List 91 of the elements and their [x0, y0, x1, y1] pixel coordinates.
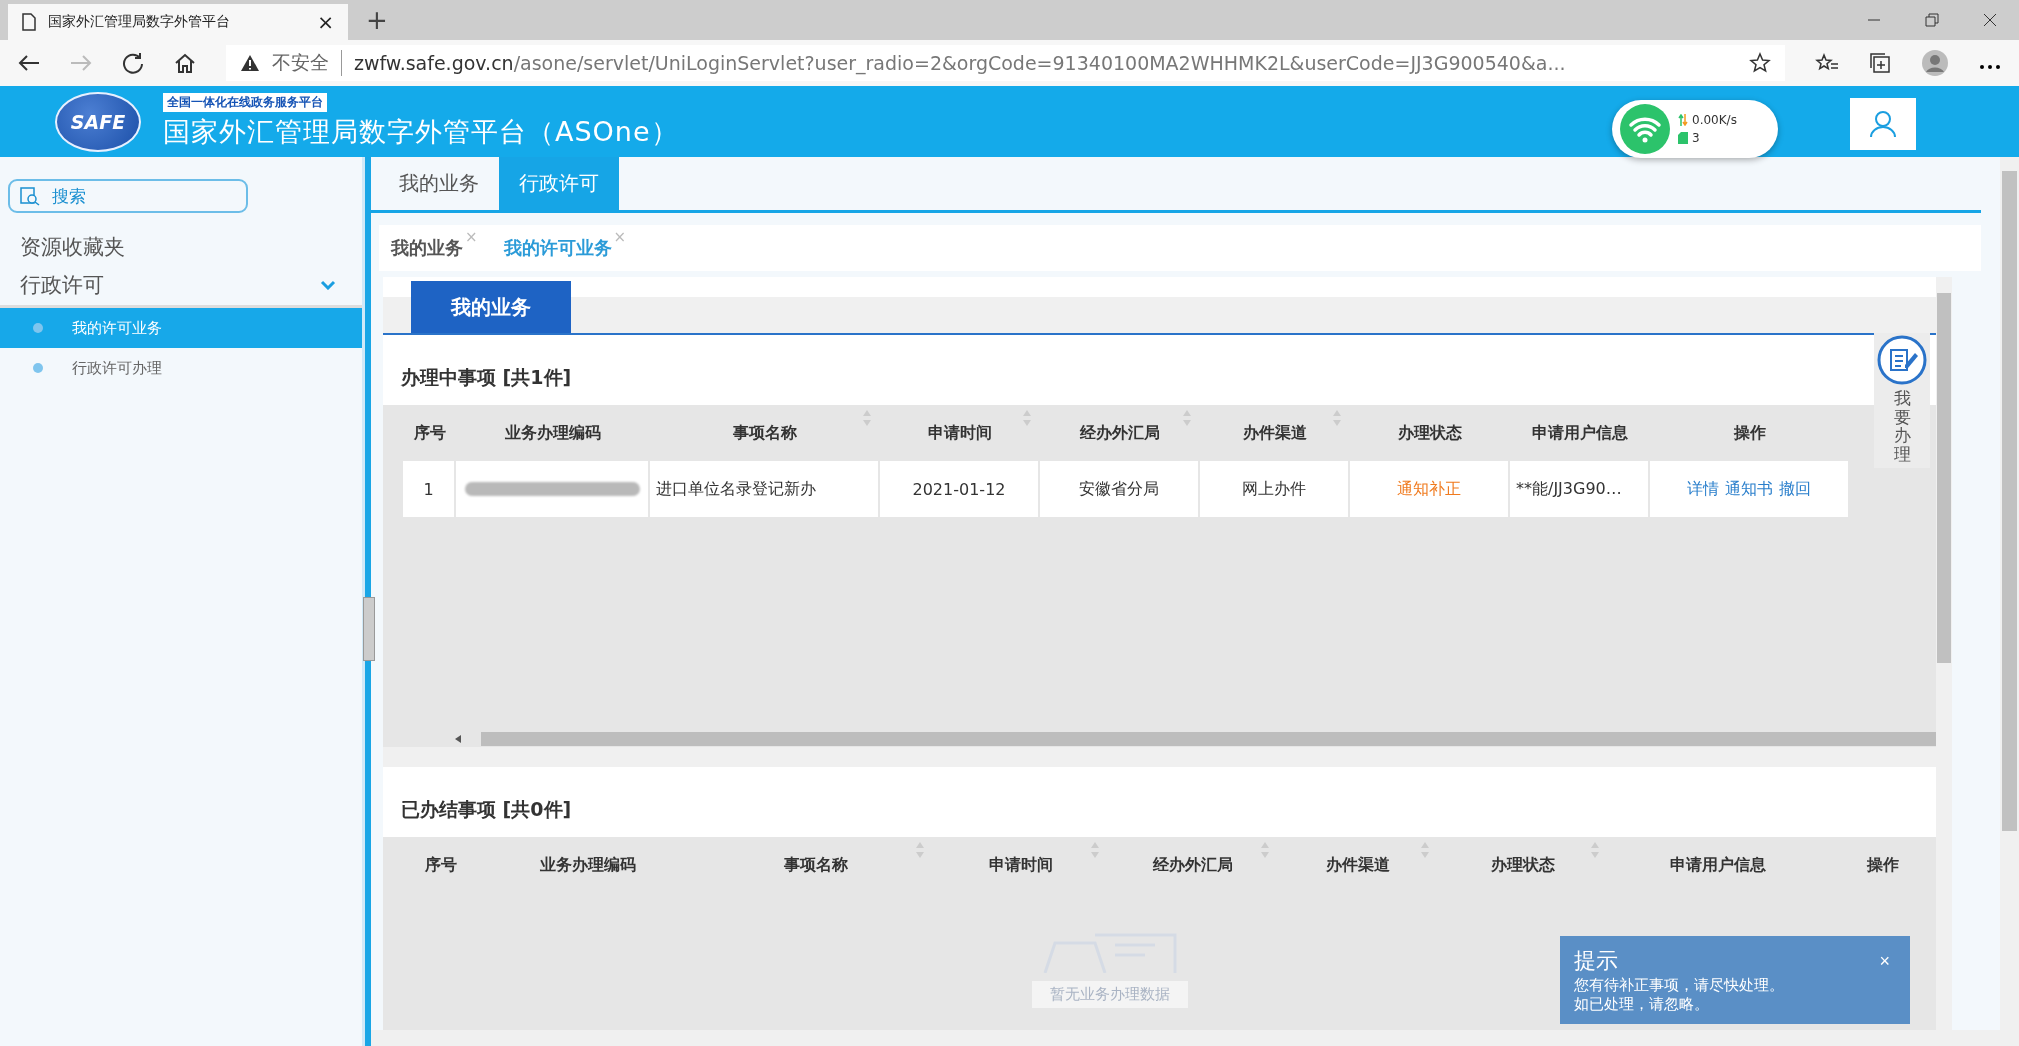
site-title: 国家外汇管理局数字外管平台（ASOne） [163, 115, 679, 149]
column-header: 办理状态 [1398, 422, 1462, 444]
page-scrollbar[interactable] [2000, 157, 2019, 1046]
section-tab[interactable]: 我的业务 [411, 281, 571, 333]
horizontal-scrollbar[interactable] [455, 731, 1936, 747]
sort-icon[interactable] [1332, 409, 1342, 427]
page-icon [22, 13, 36, 31]
wifi-icon [1620, 104, 1670, 154]
sort-icon[interactable] [862, 409, 872, 427]
url-text: zwfw.safe.gov.cn/asone/servlet/UniLoginServlet?user_radio=2&orgCode=91340100MA2WHHMK2L&userCode=JJ3G900540&a... [354, 52, 1566, 74]
profile-icon[interactable] [1921, 49, 1949, 77]
column-header: 申请用户信息 [1670, 854, 1766, 876]
sort-icon[interactable] [1022, 409, 1032, 427]
column-header: 操作 [1734, 422, 1766, 444]
tagline: 全国一体化在线政务服务平台 [163, 93, 327, 112]
collections-icon[interactable] [1869, 52, 1891, 74]
sidebar-subitem[interactable]: 行政许可办理 [0, 348, 362, 388]
sidebar-group[interactable]: 行政许可 [20, 271, 320, 299]
column-header: 经办外汇局 [1080, 422, 1160, 444]
open-tab[interactable]: 我的业务 [391, 236, 463, 260]
toast-title: 提示 [1574, 947, 1618, 975]
sort-icon[interactable] [915, 841, 925, 859]
column-header: 经办外汇局 [1153, 854, 1233, 876]
table-cell: 2021-01-12 [880, 461, 1038, 517]
toast-message: 您有待补正事项，请尽快处理。 [1574, 976, 1785, 995]
column-header: 业务办理编码 [540, 854, 636, 876]
toast-message: 如已处理，请忽略。 [1574, 995, 1710, 1014]
restore-icon[interactable] [1925, 13, 1939, 27]
empty-text: 暂无业务办理数据 [1031, 981, 1188, 1008]
forward-icon[interactable] [70, 54, 92, 72]
column-header: 序号 [424, 854, 457, 876]
column-header: 办件渠道 [1243, 422, 1307, 444]
browser-tab[interactable]: 国家外汇管理局数字外管平台 × [8, 4, 348, 40]
vertical-scrollbar[interactable] [1936, 277, 1952, 1030]
logo: SAFE [55, 91, 141, 152]
user-button[interactable] [1850, 98, 1916, 150]
section-title: 办理中事项 [共1件] [401, 365, 572, 390]
column-header: 申请用户信息 [1532, 422, 1628, 444]
column-header: 序号 [413, 422, 446, 444]
edit-icon [1877, 335, 1927, 385]
sim-icon [1678, 132, 1688, 144]
warning-icon [240, 54, 260, 72]
column-header: 办理状态 [1491, 854, 1555, 876]
column-header: 操作 [1867, 854, 1899, 876]
nav-tab[interactable]: 我的业务 [379, 157, 499, 210]
column-header: 办件渠道 [1326, 854, 1390, 876]
home-icon[interactable] [174, 52, 196, 74]
speed-text: 0.00K/s [1692, 113, 1737, 127]
table-cell: 进口单位名录登记新办 [650, 461, 878, 517]
search-input[interactable]: 搜索 [50, 185, 204, 207]
star-icon[interactable] [1749, 52, 1771, 74]
apply-button[interactable]: 我要办理 [1874, 333, 1930, 468]
tab-title: 国家外汇管理局数字外管平台 [48, 13, 231, 31]
address-bar[interactable]: 不安全 zwfw.safe.gov.cn/asone/servlet/UniLoginServlet?user_radio=2&orgCode=91340100MA2WHHMK2L&userCode=JJ3G900540&a... [226, 45, 1785, 81]
refresh-icon[interactable] [122, 52, 144, 74]
column-header: 申请时间 [928, 422, 992, 444]
table-cell: 网上办件 [1200, 461, 1348, 517]
open-tab[interactable]: 我的许可业务 [503, 236, 612, 260]
action-link[interactable]: 撤回 [1779, 478, 1811, 500]
sidebar-item[interactable]: 资源收藏夹 [20, 235, 125, 259]
sort-icon[interactable] [1260, 841, 1270, 859]
sort-icon[interactable] [1420, 841, 1430, 859]
close-button[interactable]: × [1873, 949, 1896, 973]
status-text: 通知补正 [1397, 478, 1461, 500]
close-tab-button[interactable]: × [317, 10, 334, 34]
action-link[interactable]: 通知书 [1725, 478, 1773, 500]
column-header: 业务办理编码 [505, 422, 601, 444]
device-count: 3 [1692, 131, 1700, 145]
table-cell: 1 [403, 461, 454, 517]
user-icon [1869, 110, 1897, 138]
column-header: 事项名称 [783, 854, 848, 876]
column-header: 申请时间 [988, 854, 1053, 876]
column-header: 事项名称 [733, 422, 797, 444]
close-icon[interactable] [1983, 13, 1997, 27]
horizontal-scrollbar[interactable] [371, 1030, 2000, 1046]
sort-icon[interactable] [1590, 841, 1600, 859]
new-tab-button[interactable]: + [366, 5, 388, 35]
chevron-icon[interactable] [320, 280, 336, 290]
sort-icon[interactable] [1182, 409, 1192, 427]
scroll-left-icon[interactable] [455, 735, 461, 743]
search-icon [20, 186, 40, 206]
back-icon[interactable] [18, 54, 40, 72]
table-cell: **能/JJ3G90… [1510, 461, 1648, 517]
sort-icon[interactable] [1090, 841, 1100, 859]
transfer-icon [1678, 114, 1688, 126]
action-link[interactable]: 详情 [1687, 478, 1719, 500]
search-field[interactable]: 搜索 [8, 179, 248, 213]
security-label: 不安全 [272, 50, 342, 76]
section-title: 已办结事项 [共0件] [401, 797, 572, 822]
collapse-handle[interactable] [363, 597, 375, 661]
table-cell: 安徽省分局 [1040, 461, 1198, 517]
